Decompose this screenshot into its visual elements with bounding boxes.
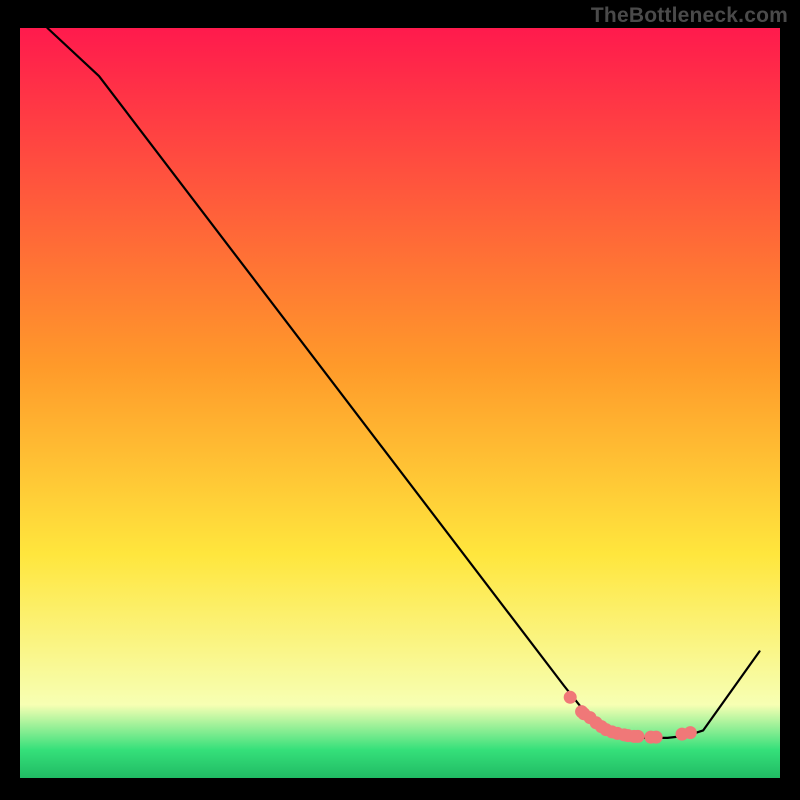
- watermark-text: TheBottleneck.com: [591, 4, 788, 28]
- curve-marker: [631, 730, 644, 743]
- curve-marker: [684, 726, 697, 739]
- chart-stage: TheBottleneck.com: [0, 0, 800, 800]
- panel-bottom-edge: [20, 778, 780, 780]
- curve-marker: [650, 731, 663, 744]
- bottleneck-chart: [0, 0, 800, 800]
- gradient-panel: [20, 28, 780, 780]
- curve-marker: [564, 691, 577, 704]
